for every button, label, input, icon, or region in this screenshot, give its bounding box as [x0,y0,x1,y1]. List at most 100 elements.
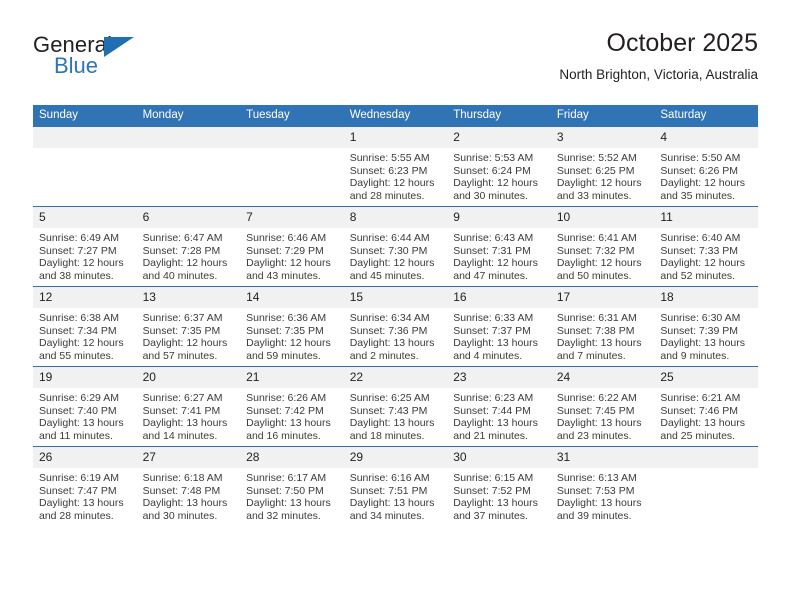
daylight-text-cont: and 4 minutes. [453,349,523,362]
logo-triangle-icon [104,37,134,57]
day-number: 14 [240,287,344,308]
day-cell[interactable]: 20 Sunrise: 6:27 AM Sunset: 7:41 PM Dayl… [136,366,241,447]
day-cell[interactable]: 11 Sunrise: 6:40 AM Sunset: 7:33 PM Dayl… [654,206,758,287]
day-cell[interactable]: 7 Sunrise: 6:46 AM Sunset: 7:29 PM Dayli… [240,206,344,287]
daylight-text: Daylight: 13 hours [660,337,746,350]
sunset-text: Sunset: 6:24 PM [453,164,531,177]
daylight-text-cont: and 14 minutes. [142,429,218,442]
day-cell[interactable]: 14 Sunrise: 6:36 AM Sunset: 7:35 PM Dayl… [240,286,344,367]
sunset-text: Sunset: 7:40 PM [39,404,117,417]
day-cell[interactable]: 25 Sunrise: 6:21 AM Sunset: 7:46 PM Dayl… [654,366,758,447]
day-details: Sunrise: 5:55 AM Sunset: 6:23 PM Dayligh… [344,148,448,202]
day-details: Sunrise: 6:40 AM Sunset: 7:33 PM Dayligh… [654,228,758,282]
day-cell[interactable]: 22 Sunrise: 6:25 AM Sunset: 7:43 PM Dayl… [343,366,448,447]
day-cell[interactable]: 19 Sunrise: 6:29 AM Sunset: 7:40 PM Dayl… [33,366,137,447]
day-cell[interactable]: 26 Sunrise: 6:19 AM Sunset: 7:47 PM Dayl… [33,446,137,526]
day-number: 12 [33,287,137,308]
day-cell[interactable]: 29 Sunrise: 6:16 AM Sunset: 7:51 PM Dayl… [343,446,448,526]
sunrise-text: Sunrise: 6:29 AM [39,392,119,404]
day-cell[interactable]: 1 Sunrise: 5:55 AM Sunset: 6:23 PM Dayli… [343,127,448,207]
weekday-header-friday: Friday [550,105,655,127]
daylight-text-cont: and 47 minutes. [453,269,528,282]
day-cell[interactable]: 16 Sunrise: 6:33 AM Sunset: 7:37 PM Dayl… [447,286,551,367]
sunrise-text: Sunrise: 6:19 AM [39,472,119,484]
sunset-text: Sunset: 7:28 PM [142,244,221,257]
day-number [33,127,137,148]
day-cell[interactable]: 5 Sunrise: 6:49 AM Sunset: 7:27 PM Dayli… [33,206,137,287]
daylight-text: Daylight: 13 hours [660,417,746,430]
day-cell[interactable]: 17 Sunrise: 6:31 AM Sunset: 7:38 PM Dayl… [550,286,655,367]
daylight-text: Daylight: 13 hours [39,417,124,430]
day-details: Sunrise: 6:46 AM Sunset: 7:29 PM Dayligh… [240,228,344,282]
day-cell[interactable]: 8 Sunrise: 6:44 AM Sunset: 7:30 PM Dayli… [343,206,448,287]
daylight-text-cont: and 37 minutes. [453,509,528,522]
day-details: Sunrise: 6:47 AM Sunset: 7:28 PM Dayligh… [137,228,241,282]
day-number: 19 [33,367,137,388]
daylight-text-cont: and 43 minutes. [246,269,321,282]
daylight-text: Daylight: 12 hours [349,257,435,270]
day-details: Sunrise: 6:26 AM Sunset: 7:42 PM Dayligh… [240,388,344,442]
weekday-header-monday: Monday [136,105,241,127]
weekday-header-saturday: Saturday [654,105,758,127]
sunrise-text: Sunrise: 6:44 AM [349,232,430,244]
sunrise-text: Sunrise: 6:41 AM [556,232,637,244]
day-cell[interactable]: 3 Sunrise: 5:52 AM Sunset: 6:25 PM Dayli… [550,127,655,207]
sunrise-text: Sunrise: 6:31 AM [556,312,637,324]
daylight-text: Daylight: 12 hours [39,337,124,350]
day-cell[interactable]: 4 Sunrise: 5:50 AM Sunset: 6:26 PM Dayli… [654,127,758,207]
daylight-text: Daylight: 12 hours [660,257,746,270]
daylight-text: Daylight: 12 hours [556,177,642,190]
day-cell[interactable]: 27 Sunrise: 6:18 AM Sunset: 7:48 PM Dayl… [136,446,241,526]
sunset-text: Sunset: 7:48 PM [142,484,221,497]
day-cell[interactable]: 10 Sunrise: 6:41 AM Sunset: 7:32 PM Dayl… [550,206,655,287]
daylight-text: Daylight: 12 hours [246,337,331,350]
day-details: Sunrise: 6:27 AM Sunset: 7:41 PM Dayligh… [137,388,241,442]
day-number: 9 [447,207,551,228]
day-number: 17 [550,287,655,308]
sunset-text: Sunset: 7:42 PM [246,404,324,417]
sunrise-text: Sunrise: 6:38 AM [39,312,119,324]
daylight-text: Daylight: 12 hours [453,177,538,190]
day-cell[interactable]: 21 Sunrise: 6:26 AM Sunset: 7:42 PM Dayl… [240,366,344,447]
daylight-text: Daylight: 13 hours [142,497,228,510]
day-number: 27 [136,447,241,468]
day-number: 24 [550,367,655,388]
day-details: Sunrise: 6:36 AM Sunset: 7:35 PM Dayligh… [240,308,344,362]
day-number: 5 [33,207,137,228]
daylight-text-cont: and 18 minutes. [349,429,425,442]
day-number: 10 [550,207,655,228]
day-number: 31 [550,447,655,468]
daylight-text-cont: and 28 minutes. [349,189,425,202]
day-cell[interactable]: 15 Sunrise: 6:34 AM Sunset: 7:36 PM Dayl… [343,286,448,367]
day-cell[interactable]: 31 Sunrise: 6:13 AM Sunset: 7:53 PM Dayl… [550,446,655,526]
day-details: Sunrise: 6:31 AM Sunset: 7:38 PM Dayligh… [551,308,655,362]
daylight-text-cont: and 59 minutes. [246,349,321,362]
day-cell[interactable]: 23 Sunrise: 6:23 AM Sunset: 7:44 PM Dayl… [447,366,551,447]
day-number: 28 [240,447,344,468]
day-cell[interactable]: 2 Sunrise: 5:53 AM Sunset: 6:24 PM Dayli… [447,127,551,207]
daylight-text: Daylight: 13 hours [453,337,538,350]
day-cell[interactable]: 12 Sunrise: 6:38 AM Sunset: 7:34 PM Dayl… [33,286,137,367]
daylight-text: Daylight: 12 hours [660,177,746,190]
daylight-text: Daylight: 13 hours [246,497,331,510]
day-cell[interactable]: 30 Sunrise: 6:15 AM Sunset: 7:52 PM Dayl… [447,446,551,526]
weekday-header-tuesday: Tuesday [240,105,344,127]
sunset-text: Sunset: 6:26 PM [660,164,739,177]
day-cell[interactable]: 24 Sunrise: 6:22 AM Sunset: 7:45 PM Dayl… [550,366,655,447]
day-cell[interactable]: 6 Sunrise: 6:47 AM Sunset: 7:28 PM Dayli… [136,206,241,287]
sunset-text: Sunset: 7:27 PM [39,244,117,257]
day-details: Sunrise: 6:43 AM Sunset: 7:31 PM Dayligh… [447,228,551,282]
day-cell[interactable]: 18 Sunrise: 6:30 AM Sunset: 7:39 PM Dayl… [654,286,758,367]
daylight-text-cont: and 39 minutes. [556,509,632,522]
daylight-text-cont: and 57 minutes. [142,349,218,362]
daylight-text-cont: and 7 minutes. [556,349,626,362]
general-blue-logo[interactable]: General Blue [33,32,143,84]
day-cell[interactable]: 9 Sunrise: 6:43 AM Sunset: 7:31 PM Dayli… [447,206,551,287]
sunrise-text: Sunrise: 6:15 AM [453,472,534,484]
daylight-text: Daylight: 12 hours [142,337,228,350]
day-number: 20 [136,367,241,388]
sunrise-text: Sunrise: 6:25 AM [349,392,430,404]
sunrise-text: Sunrise: 6:26 AM [246,392,327,404]
day-cell[interactable]: 13 Sunrise: 6:37 AM Sunset: 7:35 PM Dayl… [136,286,241,367]
day-cell[interactable]: 28 Sunrise: 6:17 AM Sunset: 7:50 PM Dayl… [240,446,344,526]
